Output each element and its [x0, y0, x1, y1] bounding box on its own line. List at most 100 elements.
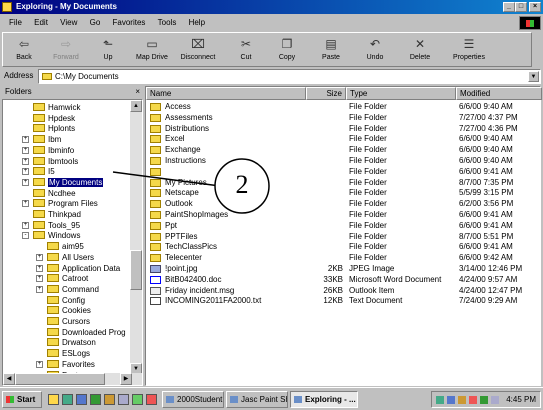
minimize-button[interactable]: _: [503, 2, 515, 12]
hscroll-thumb[interactable]: [15, 373, 105, 385]
tree-item[interactable]: Catroot: [47, 273, 88, 284]
quicklaunch-explorer-icon[interactable]: [48, 394, 59, 405]
up-button[interactable]: ⬑ Up: [95, 35, 121, 66]
file-row[interactable]: Exchange File Folder 6/6/00 9:40 AM: [146, 144, 542, 155]
tree-item[interactable]: Application Data: [47, 263, 120, 274]
tree-item[interactable]: Config: [47, 295, 85, 306]
quicklaunch-search-icon[interactable]: [118, 394, 129, 405]
start-button[interactable]: Start: [2, 391, 42, 408]
tree-item[interactable]: Windows: [33, 230, 80, 241]
tree-item[interactable]: Ibm: [33, 134, 61, 145]
tray-network-icon[interactable]: [436, 396, 444, 404]
folders-close-button[interactable]: ×: [135, 86, 140, 98]
file-row[interactable]: PaintShopImages File Folder 6/6/00 9:41 AM: [146, 209, 542, 220]
quicklaunch-access-icon[interactable]: [104, 394, 115, 405]
file-row[interactable]: PPTFiles File Folder 8/7/00 5:51 PM: [146, 231, 542, 242]
menu-favorites[interactable]: Favorites: [108, 15, 151, 31]
expand-toggle[interactable]: +: [22, 157, 29, 165]
address-dropdown-button[interactable]: ▼: [528, 71, 539, 82]
scroll-thumb[interactable]: [130, 250, 142, 290]
paste-button[interactable]: ▤ Paste: [315, 35, 347, 66]
menu-go[interactable]: Go: [85, 15, 106, 31]
file-row[interactable]: Excel File Folder 6/6/00 9:40 AM: [146, 133, 542, 144]
close-button[interactable]: ×: [529, 2, 541, 12]
address-input[interactable]: C:\My Documents ▼: [38, 69, 541, 84]
tree-item[interactable]: Command: [47, 284, 99, 295]
file-row[interactable]: !point.jpg 2KB JPEG Image 3/14/00 12:46 PM: [146, 263, 542, 274]
column-size[interactable]: Size: [306, 87, 346, 100]
menu-view[interactable]: View: [55, 15, 82, 31]
quicklaunch-word-icon[interactable]: [76, 394, 87, 405]
tree-vertical-scrollbar[interactable]: ▲ ▼: [130, 100, 142, 375]
expand-toggle[interactable]: +: [22, 146, 29, 154]
file-row[interactable]: Ppt File Folder 6/6/00 9:41 AM: [146, 220, 542, 231]
properties-button[interactable]: ☰ Properties: [447, 35, 491, 66]
tray-battery-icon[interactable]: [458, 396, 466, 404]
quicklaunch-desktop-icon[interactable]: [132, 394, 143, 405]
tray-power-icon[interactable]: [491, 396, 499, 404]
expand-toggle[interactable]: +: [36, 285, 43, 293]
file-row[interactable]: Access File Folder 6/6/00 9:40 AM: [146, 101, 542, 112]
expand-toggle[interactable]: +: [22, 168, 29, 176]
undo-button[interactable]: ↶ Undo: [359, 35, 391, 66]
tree-item[interactable]: Tools_95: [33, 220, 80, 231]
file-row[interactable]: Friday incident.msg 26KB Outlook Item 4/24/…: [146, 285, 542, 296]
tree-item[interactable]: I5: [33, 166, 55, 177]
forward-button[interactable]: ⇨ Forward: [47, 35, 85, 66]
tree-item[interactable]: My Documents: [33, 177, 104, 188]
tree-item[interactable]: All Users: [47, 252, 94, 263]
expand-toggle[interactable]: +: [22, 200, 29, 208]
cut-button[interactable]: ✂ Cut: [231, 35, 261, 66]
tray-monitor-icon[interactable]: [480, 396, 488, 404]
file-row[interactable]: BitB042400.doc 33KB Microsoft Word Documen…: [146, 274, 542, 285]
tree-item[interactable]: Ncdhee: [33, 188, 76, 199]
scroll-up-button[interactable]: ▲: [130, 100, 142, 112]
scroll-left-button[interactable]: ◀: [3, 373, 15, 385]
tree-item[interactable]: ESLogs: [47, 348, 90, 359]
task-exploring[interactable]: Exploring - ...: [290, 391, 358, 408]
maximize-button[interactable]: □: [515, 2, 527, 12]
file-row[interactable]: Instructions File Folder 6/6/00 9:40 AM: [146, 155, 542, 166]
file-row[interactable]: INCOMING2011FA2000.txt 12KB Text Document 7…: [146, 295, 542, 306]
quicklaunch-excel-icon[interactable]: [90, 394, 101, 405]
tray-volume-icon[interactable]: [469, 396, 477, 404]
back-button[interactable]: ⇦ Back: [7, 35, 41, 66]
task-jasc-paint-shop[interactable]: Jasc Paint Sh...: [226, 391, 288, 408]
file-row[interactable]: Distributions File Folder 7/27/00 4:36 PM: [146, 123, 542, 134]
menu-file[interactable]: File: [4, 15, 27, 31]
menu-edit[interactable]: Edit: [29, 15, 53, 31]
column-type[interactable]: Type: [346, 87, 456, 100]
expand-toggle[interactable]: +: [36, 275, 43, 283]
quicklaunch-powerpoint-icon[interactable]: [146, 394, 157, 405]
tree-item[interactable]: Cursors: [47, 316, 90, 327]
tree-item[interactable]: Hpdesk: [33, 113, 75, 124]
menu-tools[interactable]: Tools: [153, 15, 182, 31]
tree-item[interactable]: Ibminfo: [33, 145, 74, 156]
tree-item[interactable]: Hplonts: [33, 123, 75, 134]
title-bar[interactable]: Exploring - My Documents _ □ ×: [0, 0, 543, 14]
menu-help[interactable]: Help: [184, 15, 210, 31]
tree-item[interactable]: Cookies: [47, 305, 91, 316]
disconnect-button[interactable]: ⌧ Disconnect: [175, 35, 221, 66]
copy-button[interactable]: ❐ Copy: [271, 35, 303, 66]
expand-toggle[interactable]: +: [22, 178, 29, 186]
file-row[interactable]: My Pictures File Folder 8/7/00 7:35 PM: [146, 177, 542, 188]
file-row[interactable]: Netscape File Folder 5/5/99 3:15 PM: [146, 187, 542, 198]
tree-item[interactable]: Hamwick: [33, 102, 80, 113]
file-row[interactable]: Telecenter File Folder 6/6/00 9:42 AM: [146, 252, 542, 263]
tree-item[interactable]: Ibmtools: [33, 156, 78, 167]
tree-horizontal-scrollbar[interactable]: ◀ ▶: [3, 373, 142, 385]
map-drive-button[interactable]: ▭ Map Drive: [131, 35, 173, 66]
task-2000student[interactable]: 2000Student ...: [162, 391, 224, 408]
tree-item[interactable]: Favorites: [47, 359, 95, 370]
tray-app-icon[interactable]: [447, 396, 455, 404]
tree-item[interactable]: Drwatson: [47, 337, 96, 348]
file-row[interactable]: File Folder 6/6/00 9:41 AM: [146, 166, 542, 177]
quicklaunch-ie-icon[interactable]: [62, 394, 73, 405]
expand-toggle[interactable]: +: [22, 221, 29, 229]
scroll-right-button[interactable]: ▶: [120, 373, 132, 385]
tree-item[interactable]: Program Files: [33, 198, 98, 209]
file-row[interactable]: Assessments File Folder 7/27/00 4:37 PM: [146, 112, 542, 123]
tree-item[interactable]: Thinkpad: [33, 209, 81, 220]
column-modified[interactable]: Modified: [456, 87, 542, 100]
